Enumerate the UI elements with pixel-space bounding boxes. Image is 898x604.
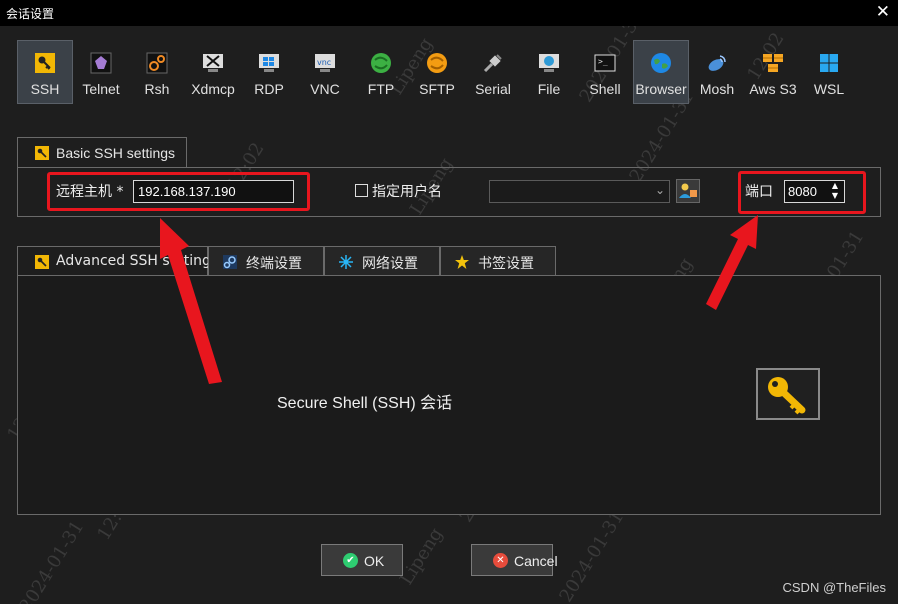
close-icon: ✕	[493, 553, 508, 568]
ok-label: OK	[364, 553, 385, 569]
annotation-arrow-port	[706, 215, 758, 310]
watermark-credit: CSDN @TheFiles	[782, 580, 887, 595]
cancel-button[interactable]: ✕ Cancel	[471, 544, 558, 576]
cancel-label: Cancel	[514, 553, 558, 569]
ok-button[interactable]: ✔ OK	[321, 544, 403, 576]
annotation-arrows	[160, 215, 758, 384]
annotation-arrow-host	[160, 218, 222, 384]
check-icon: ✔	[343, 553, 358, 568]
